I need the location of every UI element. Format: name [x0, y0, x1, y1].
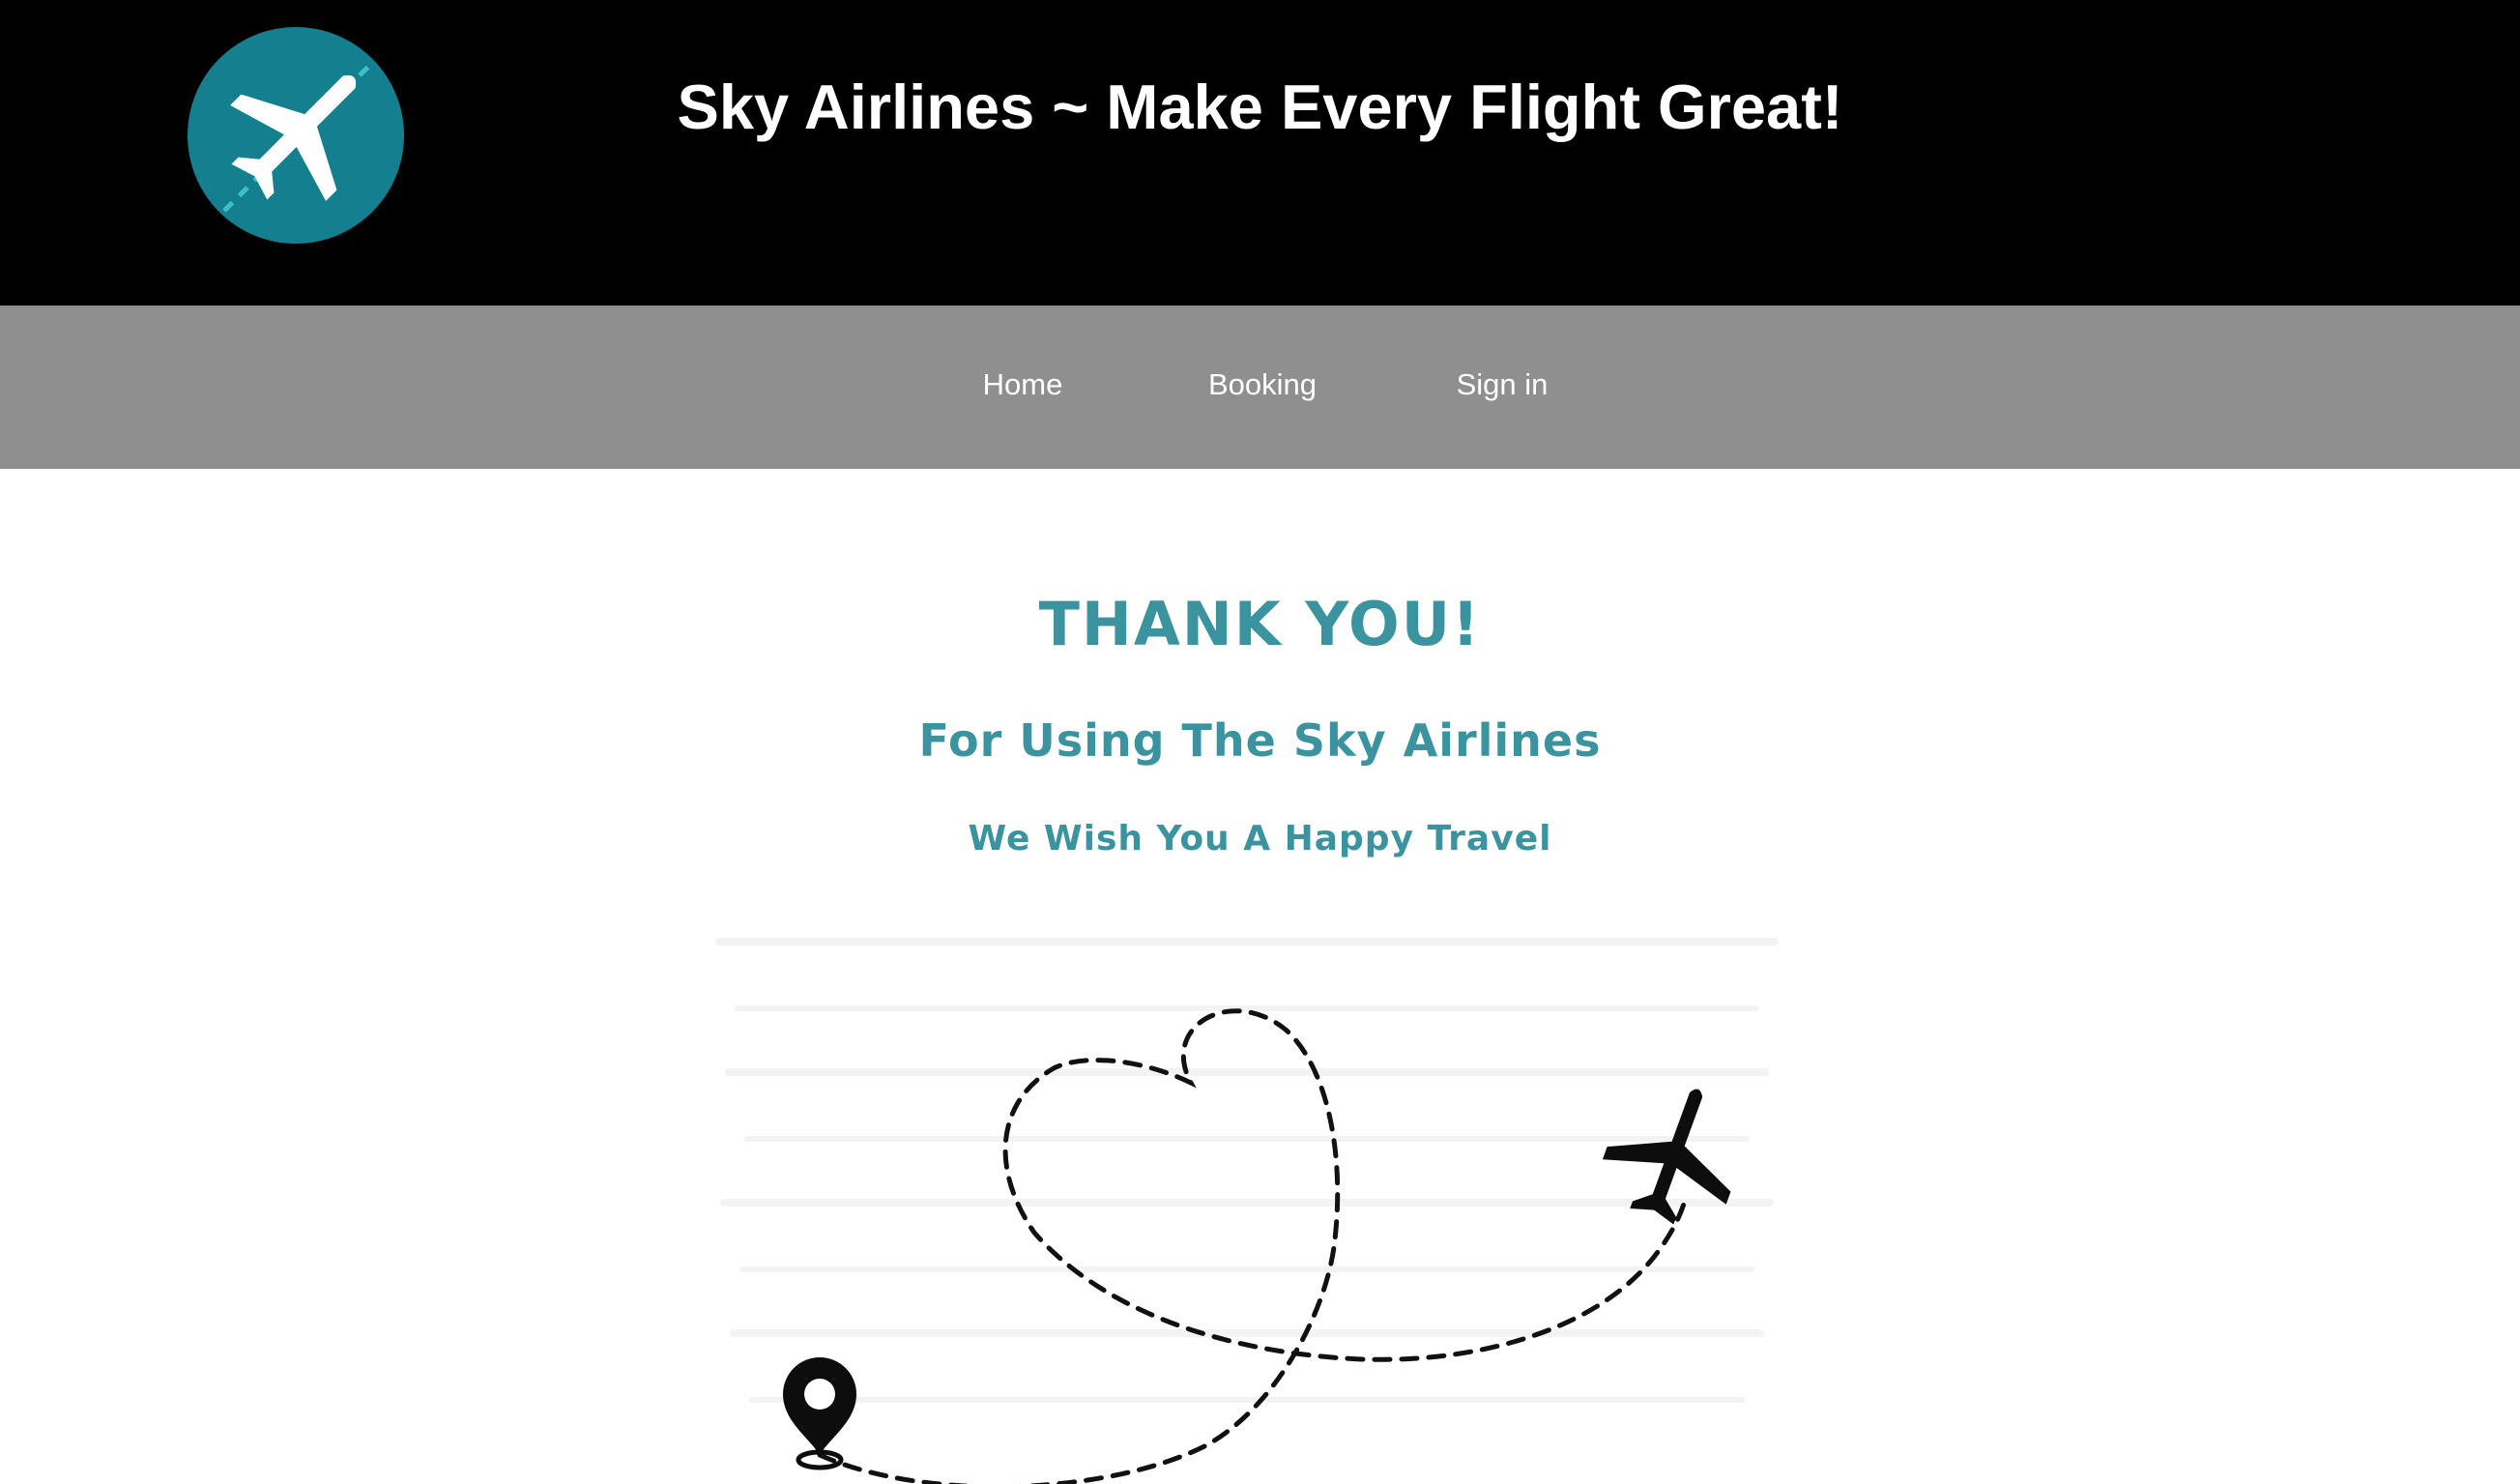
nav-booking-link[interactable]: Booking [1208, 369, 1317, 399]
site-title: Sky Airlines ~ Make Every Flight Great! [677, 72, 1843, 142]
heart-flight-illustration [696, 899, 1817, 1484]
site-header: Sky Airlines ~ Make Every Flight Great! [0, 0, 2520, 306]
main-navbar: Home Booking Sign in [0, 306, 2520, 469]
main-content: THANK YOU! For Using The Sky Airlines We… [0, 469, 2520, 1484]
thank-you-heading: THANK YOU! [1038, 589, 1482, 659]
thank-you-subheading: For Using The Sky Airlines [918, 714, 1602, 767]
happy-travel-message: We Wish You A Happy Travel [968, 819, 1552, 858]
nav-home-link[interactable]: Home [983, 369, 1063, 399]
nav-sign-in-link[interactable]: Sign in [1457, 369, 1549, 399]
